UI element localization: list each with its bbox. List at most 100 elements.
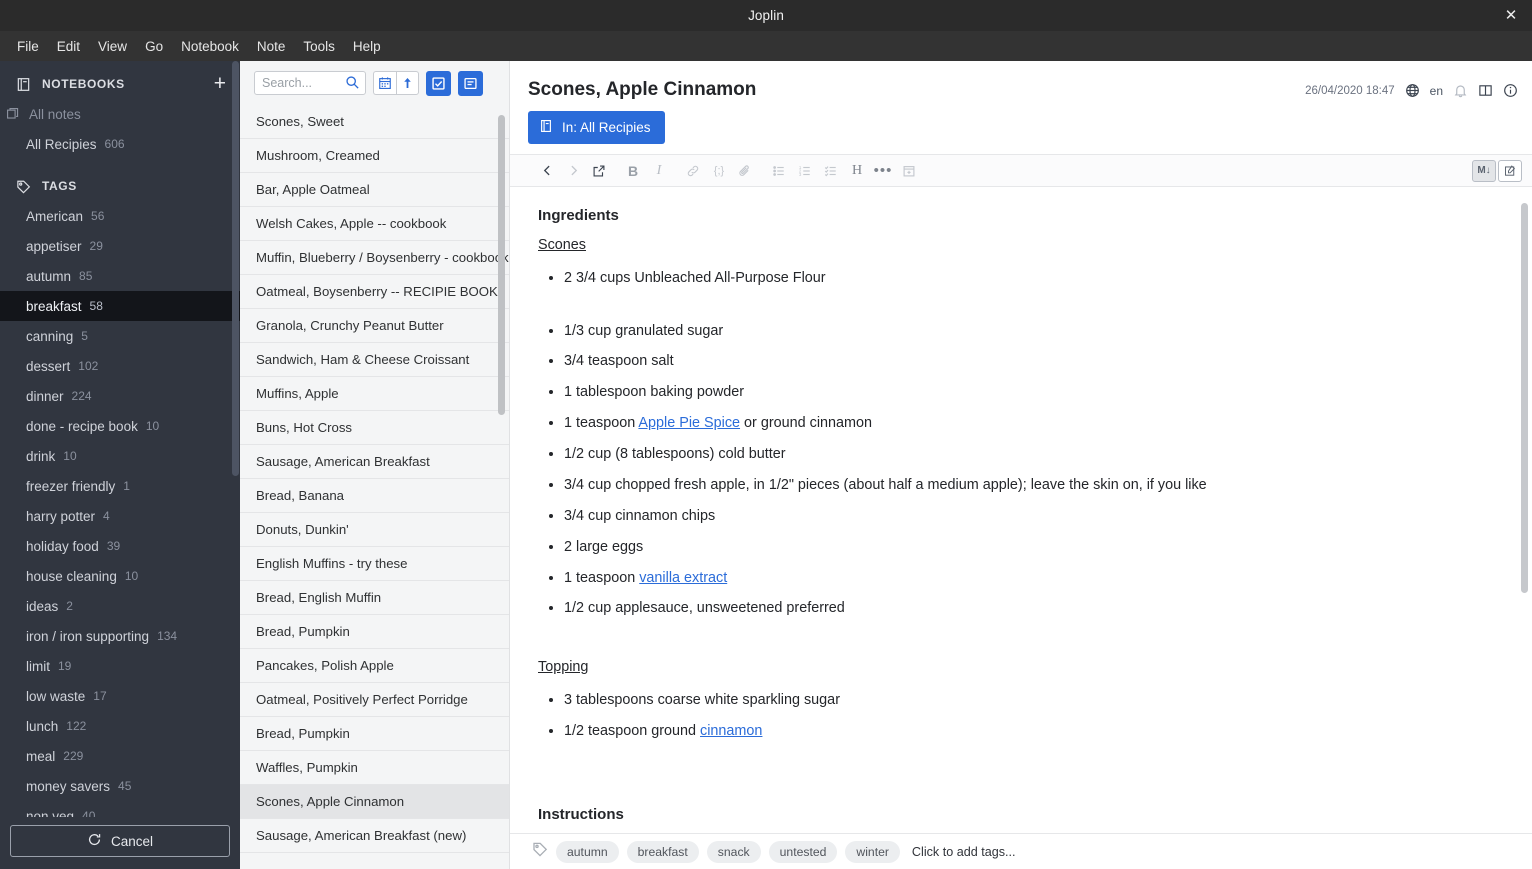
menu-item-file[interactable]: File — [8, 35, 48, 58]
sidebar-tag-holiday-food[interactable]: holiday food 39 — [0, 531, 240, 561]
sidebar-tag-limit[interactable]: limit 19 — [0, 651, 240, 681]
search-icon[interactable] — [345, 75, 360, 95]
numbered-list-icon[interactable]: 1 2 3 — [792, 158, 818, 184]
note-tag-untested[interactable]: untested — [768, 840, 838, 863]
notebook-button[interactable]: In: All Recipies — [528, 111, 665, 144]
sidebar-tag-dessert[interactable]: dessert 102 — [0, 351, 240, 381]
list-item[interactable]: Muffin, Blueberry / Boysenberry - cookbo… — [240, 241, 509, 275]
sidebar-tag-american[interactable]: American 56 — [0, 201, 240, 231]
insert-date-icon[interactable] — [896, 158, 922, 184]
sidebar-item-label: All Recipies — [26, 136, 97, 152]
list-item[interactable]: Donuts, Dunkin' — [240, 513, 509, 547]
back-icon[interactable] — [534, 158, 560, 184]
list-item[interactable]: Sausage, American Breakfast — [240, 445, 509, 479]
note-tag-winter[interactable]: winter — [845, 840, 900, 863]
note-body[interactable]: Ingredients Scones 2 3/4 cups Unbleached… — [510, 187, 1532, 833]
attachment-icon[interactable] — [732, 158, 758, 184]
sort-by-date-button[interactable] — [373, 71, 396, 95]
note-tag-snack[interactable]: snack — [706, 840, 761, 863]
list-item-selected[interactable]: Scones, Apple Cinnamon — [240, 785, 509, 819]
sidebar-item-label: house cleaning — [26, 568, 117, 584]
sidebar-tag-done-recipe-book[interactable]: done - recipe book 10 — [0, 411, 240, 441]
heading-icon[interactable]: H — [844, 158, 870, 184]
note-list-scrollbar[interactable] — [498, 115, 505, 415]
note-properties-info-icon[interactable] — [1503, 83, 1518, 98]
sidebar-tag-breakfast[interactable]: breakfast 58 — [0, 291, 240, 321]
sidebar-item-all-recipies[interactable]: All Recipies 606 — [0, 129, 240, 159]
menu-item-view[interactable]: View — [89, 35, 136, 58]
list-item[interactable]: Sandwich, Ham & Cheese Croissant — [240, 343, 509, 377]
sidebar-tag-appetiser[interactable]: appetiser 29 — [0, 231, 240, 261]
more-options-icon[interactable]: ••• — [870, 158, 896, 184]
bold-icon[interactable]: B — [620, 158, 646, 184]
sidebar-tag-lunch[interactable]: lunch 122 — [0, 711, 240, 741]
cancel-button[interactable]: Cancel — [10, 825, 230, 857]
list-item[interactable]: Bread, Pumpkin — [240, 615, 509, 649]
note-title[interactable]: Scones, Apple Cinnamon — [528, 77, 1305, 101]
search-box[interactable] — [254, 71, 366, 95]
sidebar-tag-dinner[interactable]: dinner 224 — [0, 381, 240, 411]
sidebar-tag-low-waste[interactable]: low waste 17 — [0, 681, 240, 711]
menu-item-go[interactable]: Go — [136, 35, 172, 58]
list-item[interactable]: Welsh Cakes, Apple -- cookbook — [240, 207, 509, 241]
sidebar-tag-iron-supporting[interactable]: iron / iron supporting 134 — [0, 621, 240, 651]
sidebar-tag-autumn[interactable]: autumn 85 — [0, 261, 240, 291]
forward-icon[interactable] — [560, 158, 586, 184]
sidebar-tag-non-veg[interactable]: non veg 40 — [0, 801, 240, 818]
cinnamon-link[interactable]: cinnamon — [700, 723, 762, 739]
external-link-icon[interactable] — [586, 158, 612, 184]
list-item[interactable]: Muffins, Apple — [240, 377, 509, 411]
list-item[interactable]: English Muffins - try these — [240, 547, 509, 581]
add-notebook-icon[interactable]: + — [212, 73, 228, 94]
sidebar-tag-money-savers[interactable]: money savers 45 — [0, 771, 240, 801]
new-note-button[interactable] — [458, 70, 483, 96]
sidebar-tag-canning[interactable]: canning 5 — [0, 321, 240, 351]
list-item[interactable]: Buns, Hot Cross — [240, 411, 509, 445]
note-body-scrollbar[interactable] — [1521, 203, 1528, 593]
list-item[interactable]: Mushroom, Creamed — [240, 139, 509, 173]
add-tags-button[interactable]: Click to add tags... — [912, 845, 1016, 859]
list-item[interactable]: Sausage, American Breakfast (new) — [240, 819, 509, 853]
alarm-bell-icon[interactable] — [1453, 83, 1468, 98]
checklist-icon[interactable] — [818, 158, 844, 184]
tags-header-label: TAGS — [42, 179, 77, 193]
menu-item-tools[interactable]: Tools — [294, 35, 344, 58]
close-icon[interactable]: ✕ — [1500, 5, 1522, 27]
sidebar-tag-freezer-friendly[interactable]: freezer friendly 1 — [0, 471, 240, 501]
italic-icon[interactable]: I — [646, 158, 672, 184]
menu-item-help[interactable]: Help — [344, 35, 390, 58]
list-item[interactable]: Granola, Crunchy Peanut Butter — [240, 309, 509, 343]
list-item[interactable]: Bread, Pumpkin — [240, 717, 509, 751]
rich-text-editor-button[interactable] — [1498, 159, 1522, 182]
list-item[interactable]: Oatmeal, Positively Perfect Porridge — [240, 683, 509, 717]
list-item[interactable]: Waffles, Pumpkin — [240, 751, 509, 785]
globe-icon[interactable] — [1405, 83, 1420, 98]
toggle-editor-layout-icon[interactable] — [1478, 83, 1493, 98]
sidebar-scrollbar[interactable] — [232, 61, 239, 476]
markdown-editor-button[interactable]: M↓ — [1472, 159, 1496, 182]
vanilla-extract-link[interactable]: vanilla extract — [639, 570, 727, 586]
sidebar-tag-ideas[interactable]: ideas 2 — [0, 591, 240, 621]
menu-item-notebook[interactable]: Notebook — [172, 35, 248, 58]
bullet-list-icon[interactable] — [766, 158, 792, 184]
list-item[interactable]: Bread, Banana — [240, 479, 509, 513]
list-item[interactable]: Oatmeal, Boysenberry -- RECIPIE BOOK — [240, 275, 509, 309]
apple-pie-spice-link[interactable]: Apple Pie Spice — [638, 415, 740, 431]
sidebar-tag-drink[interactable]: drink 10 — [0, 441, 240, 471]
link-icon[interactable] — [680, 158, 706, 184]
code-icon[interactable]: {;} — [706, 158, 732, 184]
new-todo-button[interactable] — [426, 70, 451, 96]
list-item[interactable]: Pancakes, Polish Apple — [240, 649, 509, 683]
sidebar-tag-harry-potter[interactable]: harry potter 4 — [0, 501, 240, 531]
sidebar-item-all-notes[interactable]: All notes — [0, 99, 240, 129]
sidebar-tag-house-cleaning[interactable]: house cleaning 10 — [0, 561, 240, 591]
menu-item-edit[interactable]: Edit — [48, 35, 89, 58]
list-item[interactable]: Scones, Sweet — [240, 105, 509, 139]
sort-order-ascending-button[interactable] — [396, 71, 419, 95]
list-item[interactable]: Bar, Apple Oatmeal — [240, 173, 509, 207]
note-tag-autumn[interactable]: autumn — [556, 840, 619, 863]
note-tag-breakfast[interactable]: breakfast — [626, 840, 699, 863]
list-item[interactable]: Bread, English Muffin — [240, 581, 509, 615]
sidebar-tag-meal[interactable]: meal 229 — [0, 741, 240, 771]
menu-item-note[interactable]: Note — [248, 35, 295, 58]
